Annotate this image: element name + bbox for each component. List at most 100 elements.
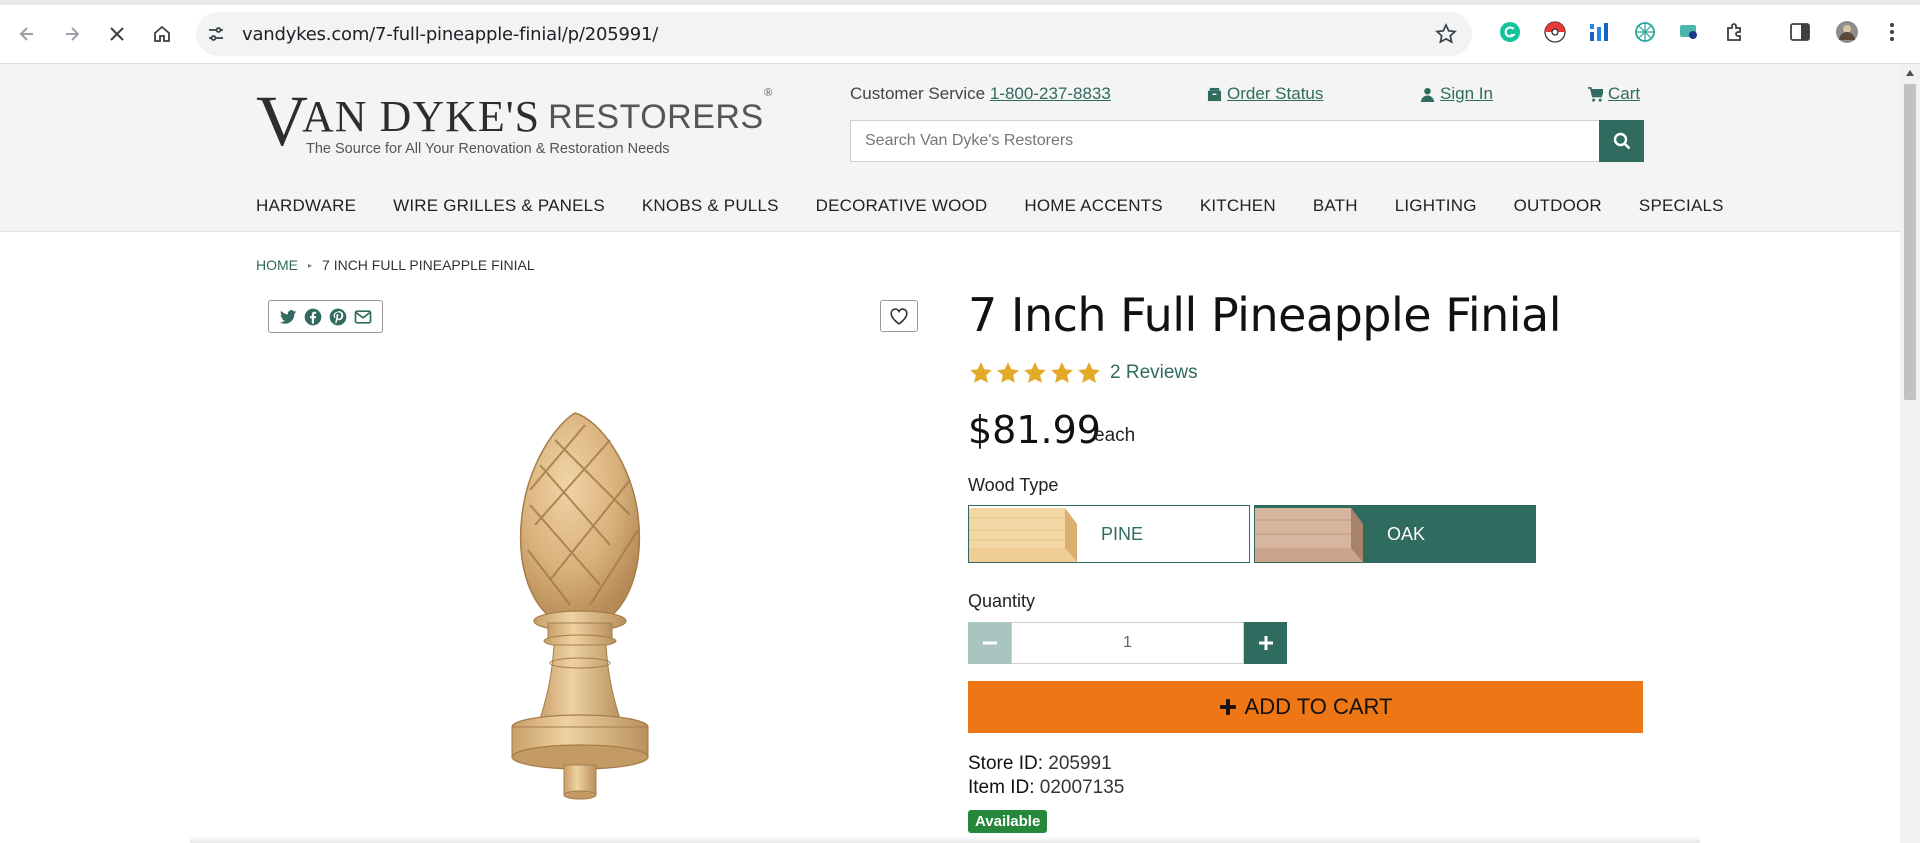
breadcrumb-home-link[interactable]: HOME: [256, 257, 298, 273]
item-id-label: Item ID:: [968, 777, 1035, 798]
email-icon[interactable]: [353, 307, 373, 327]
add-to-cart-button[interactable]: ADD TO CART: [968, 681, 1643, 733]
search-input[interactable]: [865, 132, 1565, 150]
extensions-puzzle-icon[interactable]: [1723, 20, 1747, 44]
pokeball-extension-icon[interactable]: [1543, 20, 1567, 44]
order-status-link[interactable]: Order Status: [1207, 84, 1323, 104]
scroll-up-arrow-icon[interactable]: [1906, 70, 1914, 76]
pine-swatch-image: [969, 506, 1093, 562]
breadcrumb: HOME ▸ 7 INCH FULL PINEAPPLE FINIAL: [256, 257, 535, 273]
add-to-cart-label: ADD TO CART: [1244, 694, 1393, 719]
wood-option-oak[interactable]: OAK: [1254, 505, 1536, 563]
nav-item-home-accents[interactable]: HOME ACCENTS: [1024, 196, 1162, 220]
item-id-value: 02007135: [1039, 777, 1125, 798]
availability-badge: Available: [968, 810, 1048, 833]
plus-icon: [1219, 699, 1236, 715]
stop-loading-button[interactable]: [101, 18, 133, 50]
nav-item-wire-grilles-panels[interactable]: WIRE GRILLES & PANELS: [393, 196, 605, 220]
star-icon: [1078, 362, 1100, 383]
product-rating[interactable]: 2 Reviews: [968, 360, 1198, 386]
home-icon: [154, 25, 170, 42]
analytics-extension-icon[interactable]: [1587, 20, 1611, 44]
oak-option-label: OAK: [1387, 523, 1426, 544]
back-button[interactable]: [11, 18, 43, 50]
star-icon: [1051, 362, 1073, 383]
nav-item-specials[interactable]: SPECIALS: [1639, 196, 1724, 220]
star-rating: [968, 360, 1102, 386]
product-title: 7 Inch Full Pineapple Finial: [968, 288, 1562, 342]
tab-strip: [0, 0, 1920, 5]
user-icon: [1420, 87, 1435, 102]
address-bar[interactable]: vandykes.com/7-full-pineapple-finial/p/2…: [196, 12, 1472, 56]
pine-option-label: PINE: [1101, 523, 1144, 544]
nav-item-knobs-pulls[interactable]: KNOBS & PULLS: [642, 196, 779, 220]
search-button[interactable]: [1599, 120, 1644, 162]
site-settings-icon[interactable]: [206, 24, 226, 44]
site-header: VAN DYKE'S RESTORERS® The Source for All …: [0, 64, 1900, 232]
star-icon: [997, 362, 1019, 383]
customer-service-phone-link[interactable]: 1-800-237-8833: [990, 84, 1111, 103]
nav-item-lighting[interactable]: LIGHTING: [1395, 196, 1477, 220]
customer-service-label: Customer Service: [850, 84, 986, 103]
facebook-icon[interactable]: [303, 307, 323, 327]
minus-icon: [982, 641, 997, 645]
price-unit: each: [1094, 425, 1136, 446]
quantity-increase-button[interactable]: [1244, 622, 1287, 664]
plus-icon: [1258, 636, 1273, 650]
close-icon: [110, 27, 124, 41]
site-logo[interactable]: VAN DYKE'S RESTORERS® The Source for All …: [256, 81, 773, 161]
oak-swatch-image: [1255, 508, 1363, 562]
screen-capture-extension-icon[interactable]: [1677, 20, 1701, 44]
content-bottom-edge: [190, 836, 1700, 843]
wood-type-label: Wood Type: [968, 475, 1059, 495]
quantity-label: Quantity: [968, 591, 1036, 611]
page-scrollbar[interactable]: [1900, 64, 1920, 843]
customer-service: Customer Service 1-800-237-8833: [850, 84, 1111, 104]
add-to-wishlist-button[interactable]: [880, 300, 918, 332]
forward-button[interactable]: [56, 18, 88, 50]
scroll-thumb[interactable]: [1904, 84, 1916, 400]
star-icon: [970, 362, 992, 383]
bookmark-star-icon[interactable]: [1434, 22, 1458, 46]
cart-link[interactable]: Cart: [1588, 84, 1640, 104]
share-buttons: [268, 300, 383, 333]
search-icon: [1613, 132, 1630, 150]
star-icon: [1024, 362, 1046, 383]
store-id-value: 205991: [1048, 753, 1112, 774]
arrow-left-icon: [19, 27, 33, 41]
wood-option-pine[interactable]: PINE: [968, 505, 1250, 563]
heart-icon: [890, 308, 908, 325]
profile-avatar[interactable]: [1835, 20, 1859, 44]
arrow-right-icon: [66, 27, 80, 41]
logo-tagline: The Source for All Your Renovation & Res…: [306, 141, 670, 157]
sign-in-link[interactable]: Sign In: [1420, 84, 1493, 104]
store-id-label: Store ID:: [968, 753, 1043, 774]
side-panel-icon[interactable]: [1788, 20, 1812, 44]
network-extension-icon[interactable]: [1633, 20, 1657, 44]
home-button[interactable]: [146, 18, 178, 50]
site-search: [850, 120, 1644, 162]
product-price: $81.99: [968, 408, 1101, 452]
shopping-cart-icon: [1588, 86, 1603, 102]
store-id: Store ID: 205991: [968, 753, 1112, 775]
quantity-stepper: [968, 622, 1287, 664]
category-nav: HARDWARE WIRE GRILLES & PANELS KNOBS & P…: [256, 196, 1761, 220]
nav-item-outdoor[interactable]: OUTDOOR: [1514, 196, 1602, 220]
breadcrumb-current: 7 INCH FULL PINEAPPLE FINIAL: [322, 257, 535, 273]
pinterest-icon[interactable]: [328, 307, 348, 327]
item-id: Item ID: 02007135: [968, 777, 1124, 799]
more-menu-icon[interactable]: [1880, 20, 1904, 44]
quantity-input[interactable]: [1011, 622, 1244, 664]
package-icon: [1207, 87, 1222, 101]
nav-item-bath[interactable]: BATH: [1313, 196, 1358, 220]
nav-item-decorative-wood[interactable]: DECORATIVE WOOD: [816, 196, 988, 220]
grammarly-extension-icon[interactable]: [1498, 20, 1522, 44]
twitter-icon[interactable]: [278, 307, 298, 327]
breadcrumb-separator-icon: ▸: [308, 260, 313, 270]
product-image[interactable]: [460, 395, 700, 835]
nav-item-hardware[interactable]: HARDWARE: [256, 196, 356, 220]
url-text[interactable]: vandykes.com/7-full-pineapple-finial/p/2…: [242, 24, 658, 45]
quantity-decrease-button[interactable]: [968, 622, 1011, 664]
nav-item-kitchen[interactable]: KITCHEN: [1200, 196, 1276, 220]
reviews-link[interactable]: 2 Reviews: [1110, 362, 1198, 384]
